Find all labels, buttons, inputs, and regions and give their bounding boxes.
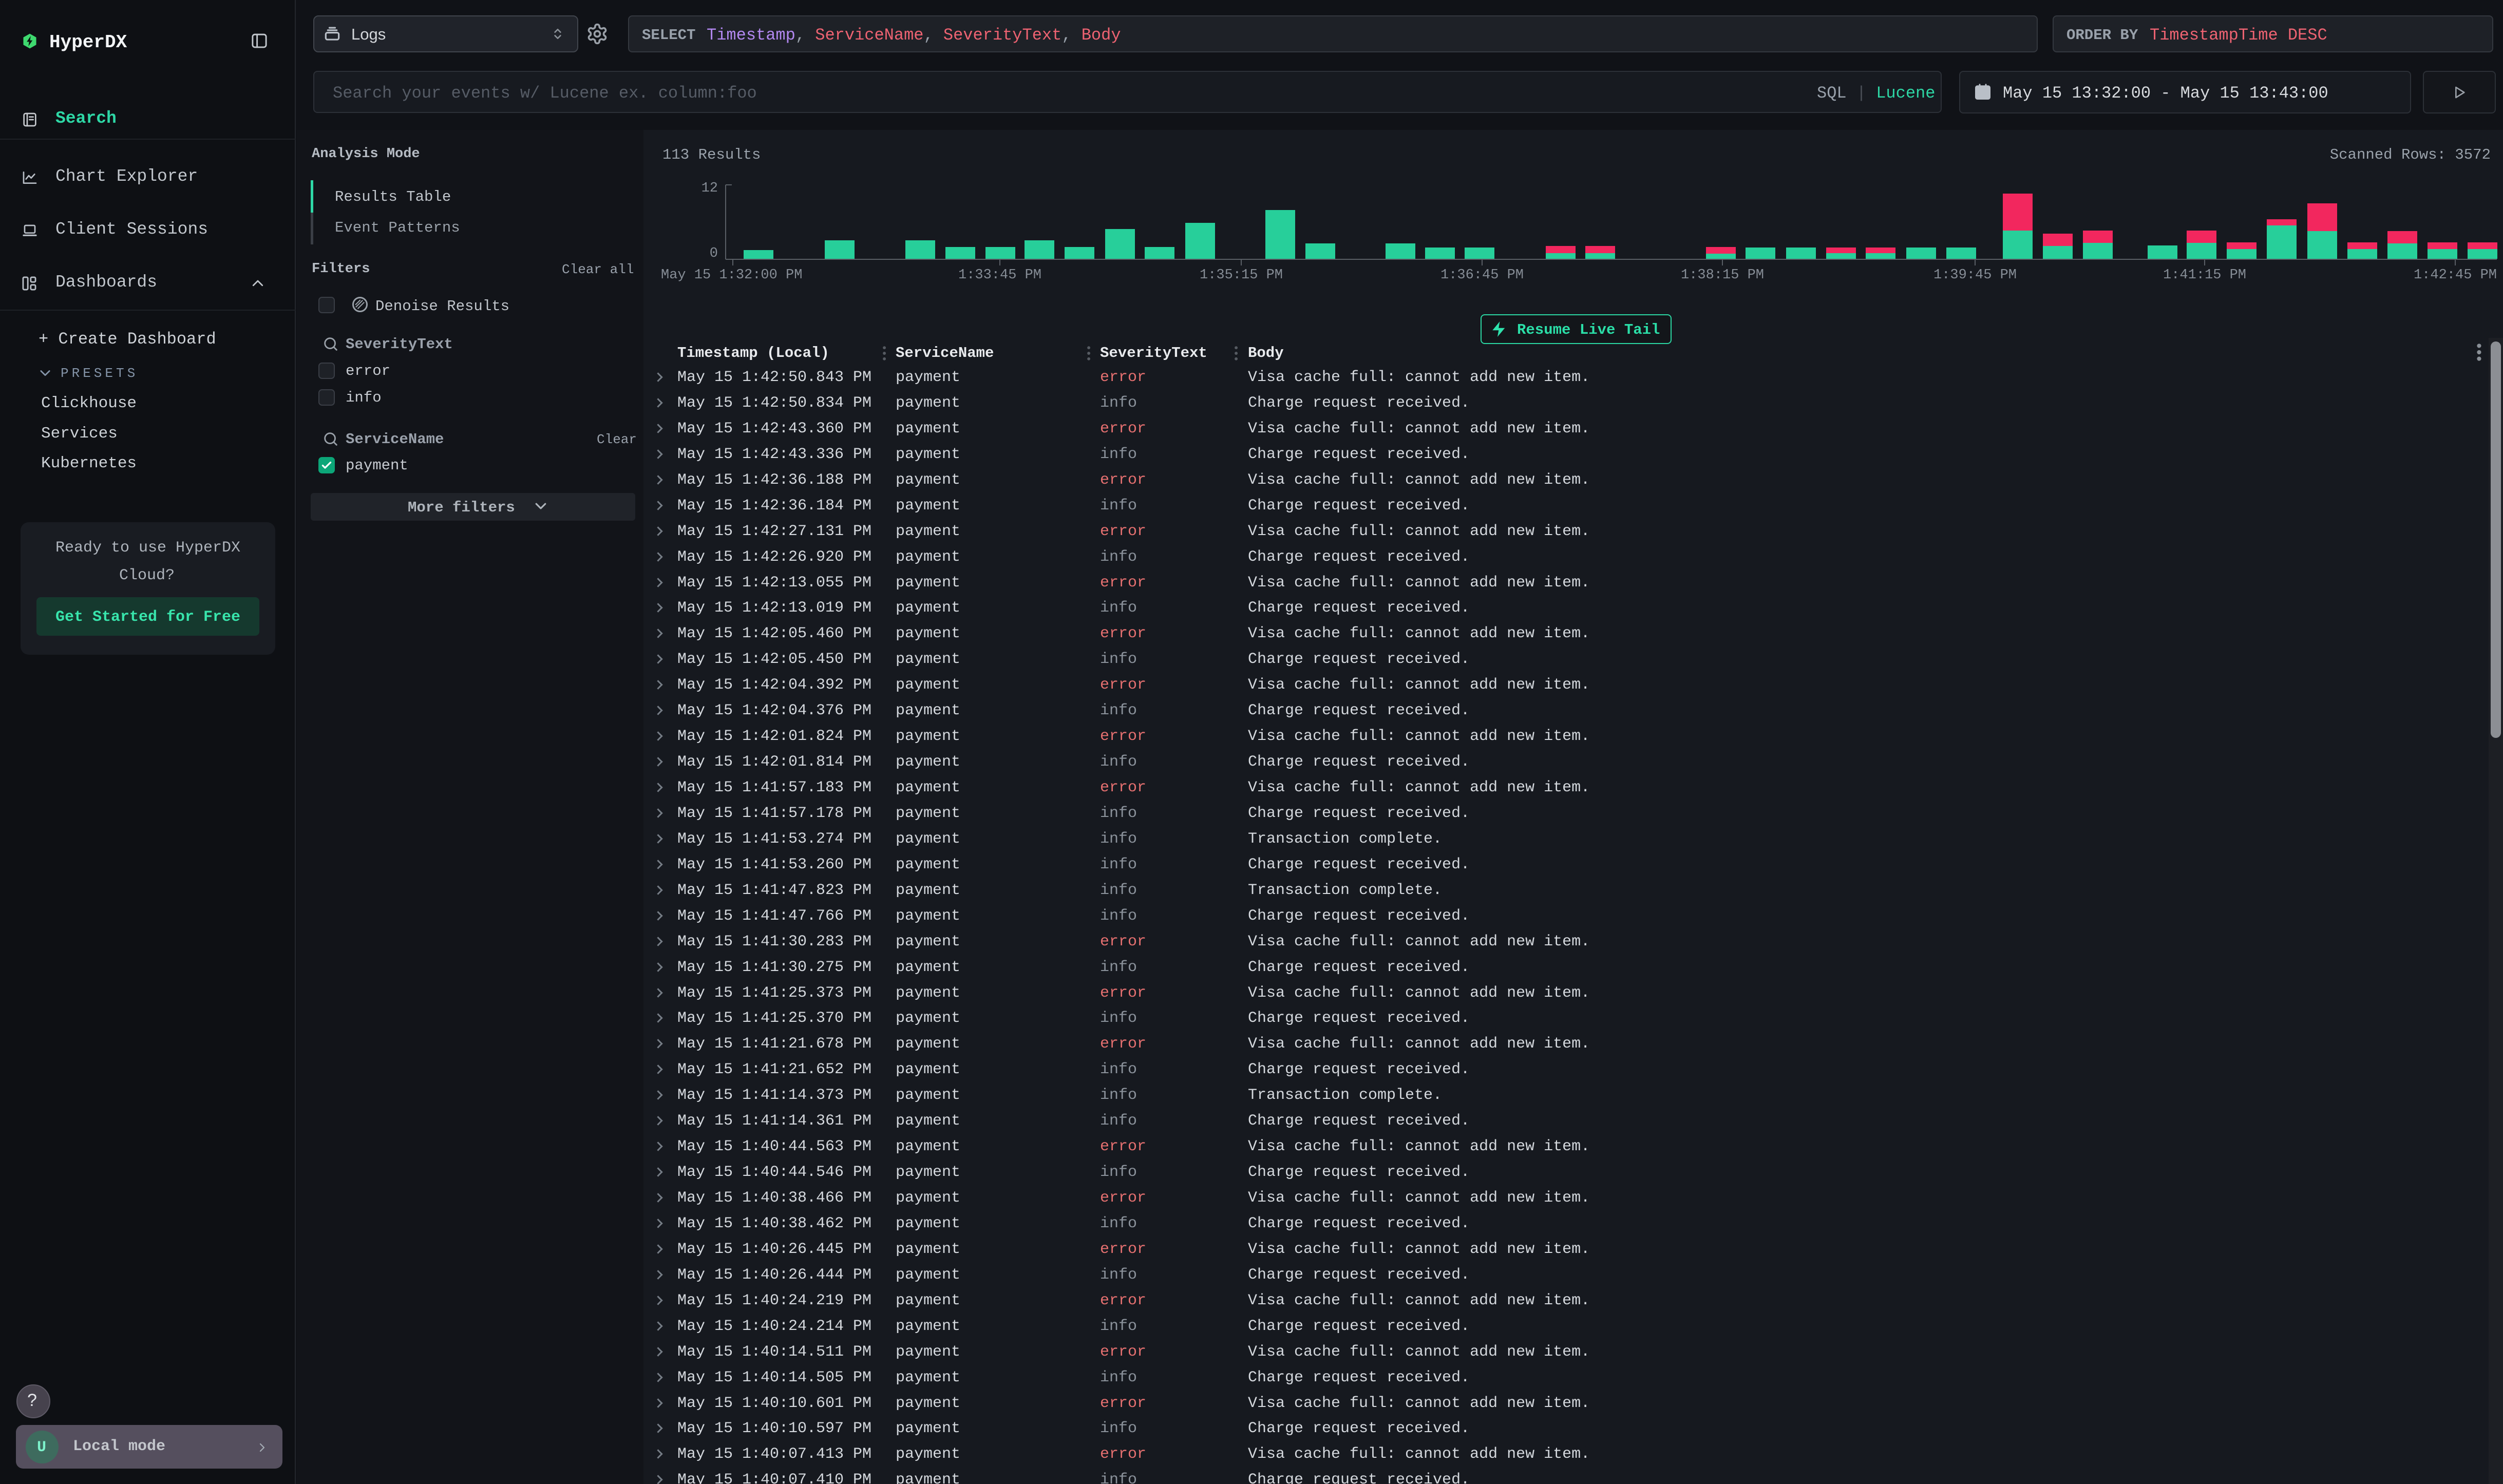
svg-text:1:38:15 PM: 1:38:15 PM — [1681, 268, 1764, 283]
svg-text:1:36:45 PM: 1:36:45 PM — [1440, 268, 1524, 283]
svg-text:1:33:45 PM: 1:33:45 PM — [958, 268, 1041, 283]
svg-text:May 15 1:32:00 PM: May 15 1:32:00 PM — [661, 268, 802, 283]
svg-text:0: 0 — [710, 246, 718, 261]
svg-text:1:39:45 PM: 1:39:45 PM — [1933, 268, 2017, 283]
svg-text:1:35:15 PM: 1:35:15 PM — [1200, 268, 1283, 283]
svg-text:12: 12 — [701, 181, 718, 196]
svg-text:1:41:15 PM: 1:41:15 PM — [2163, 268, 2246, 283]
svg-text:1:42:45 PM: 1:42:45 PM — [2414, 268, 2497, 283]
